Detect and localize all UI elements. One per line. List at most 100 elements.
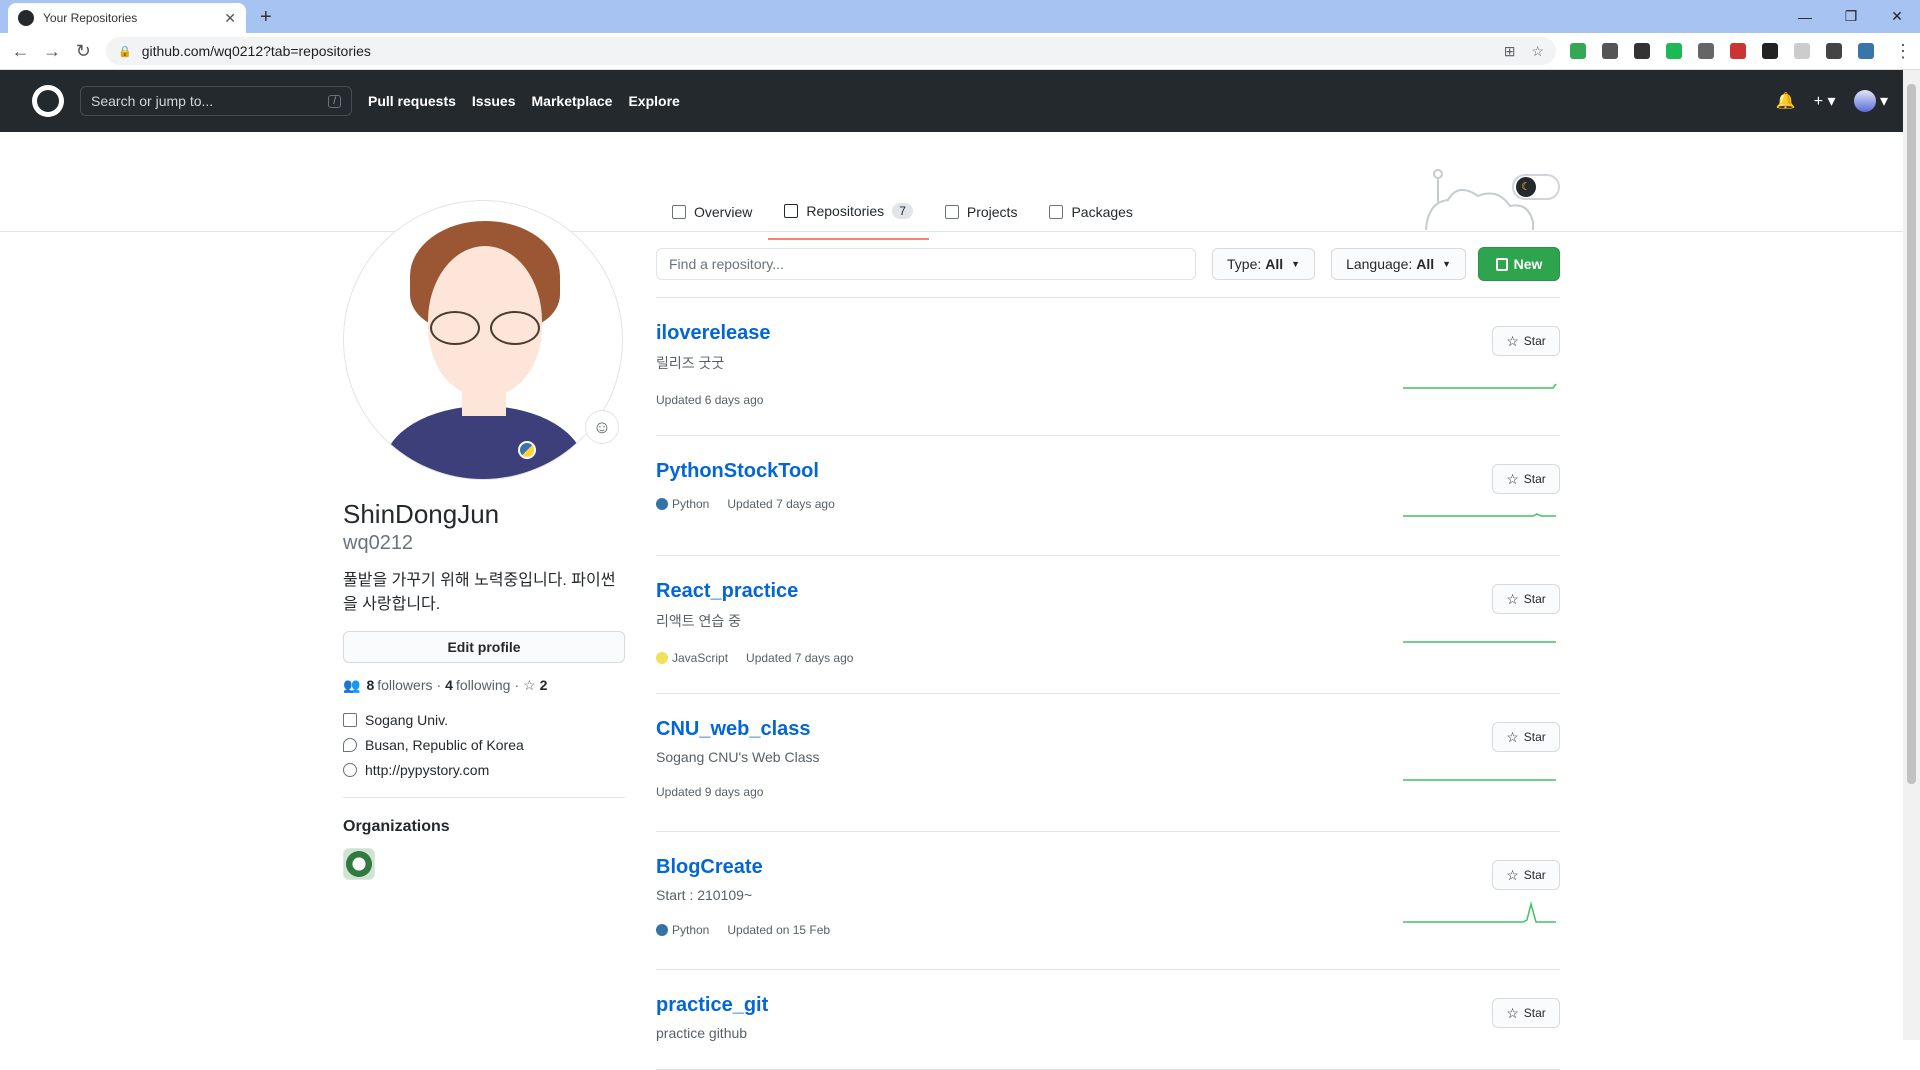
- repo-name-link[interactable]: PythonStockTool: [656, 460, 819, 483]
- minimize-icon[interactable]: —: [1782, 0, 1828, 33]
- extension-icon[interactable]: [1761, 43, 1778, 59]
- address-bar: ← → ↻ 🔒 github.com/wq0212?tab=repositori…: [0, 33, 1920, 70]
- organizations-heading: Organizations: [343, 817, 450, 835]
- page-scrollbar[interactable]: [1903, 70, 1920, 1040]
- extension-icon[interactable]: [1601, 43, 1618, 59]
- website-link[interactable]: http://pypystory.com: [365, 758, 489, 783]
- star-button[interactable]: ☆ Star: [1492, 722, 1560, 752]
- tab-label: Packages: [1071, 204, 1133, 220]
- close-tab-icon[interactable]: ✕: [224, 10, 236, 27]
- repo-updated: Updated 6 days ago: [656, 393, 764, 407]
- nav-issues[interactable]: Issues: [472, 93, 516, 109]
- following-count[interactable]: 4: [445, 677, 453, 693]
- avatar-glasses: [428, 311, 542, 345]
- repo-item: iloverelease 릴리즈 굿굿 Updated 6 days ago ☆…: [656, 298, 1560, 436]
- puzzle-icon[interactable]: [1825, 43, 1842, 59]
- tab-label: Overview: [694, 204, 753, 220]
- repo-name-link[interactable]: BlogCreate: [656, 856, 763, 879]
- repo-name-link[interactable]: CNU_web_class: [656, 718, 811, 741]
- language-name: Python: [672, 923, 710, 937]
- extension-icon[interactable]: [1729, 43, 1746, 59]
- link-icon: [343, 763, 357, 777]
- avatar-dropdown[interactable]: ▾: [1853, 90, 1888, 112]
- followers-count[interactable]: 8: [366, 677, 374, 693]
- tab-repositories[interactable]: Repositories 7: [768, 192, 929, 240]
- reload-icon[interactable]: ↻: [71, 37, 96, 65]
- repo-name-link[interactable]: practice_git: [656, 994, 768, 1017]
- scrollbar-thumb[interactable]: [1907, 84, 1916, 784]
- tab-title: Your Repositories: [43, 11, 138, 25]
- star-label: Star: [1523, 868, 1546, 882]
- language-color-dot: [656, 652, 668, 664]
- nav-marketplace[interactable]: Marketplace: [532, 93, 613, 109]
- language-label: Language:: [1346, 256, 1413, 272]
- lock-icon[interactable]: 🔒: [118, 45, 132, 58]
- new-repository-button[interactable]: New: [1478, 247, 1560, 281]
- star-button[interactable]: ☆ Star: [1492, 860, 1560, 890]
- followers-link[interactable]: followers: [377, 677, 432, 693]
- language-filter-dropdown[interactable]: Language: All ▼: [1331, 248, 1467, 280]
- new-tab-icon[interactable]: +: [260, 6, 272, 29]
- menu-icon[interactable]: ⋮: [1894, 41, 1912, 62]
- nav-pull-requests[interactable]: Pull requests: [368, 93, 456, 109]
- organization-avatar[interactable]: [343, 847, 375, 880]
- set-status-smiley-icon[interactable]: ☺: [585, 410, 619, 444]
- star-icon[interactable]: ☆: [523, 677, 536, 694]
- profile-details: Sogang Univ. Busan, Republic of Korea ht…: [343, 708, 625, 783]
- browser-tab[interactable]: Your Repositories ✕: [8, 3, 246, 33]
- find-repository-input[interactable]: Find a repository...: [656, 248, 1196, 280]
- search-input[interactable]: Search or jump to... /: [80, 86, 352, 116]
- plus-dropdown-icon[interactable]: + ▾: [1814, 91, 1836, 111]
- stars-count[interactable]: 2: [540, 677, 548, 693]
- github-logo-icon[interactable]: [32, 85, 64, 117]
- bookmark-star-icon[interactable]: ☆: [1531, 43, 1544, 60]
- tab-projects[interactable]: Projects: [929, 192, 1034, 240]
- url-field[interactable]: 🔒 github.com/wq0212?tab=repositories ⊞ ☆: [105, 37, 1556, 65]
- url-text: github.com/wq0212?tab=repositories: [141, 43, 371, 59]
- following-link[interactable]: following: [456, 677, 510, 693]
- translate-icon[interactable]: ⊞: [1504, 43, 1516, 60]
- python-extension-icon[interactable]: [1857, 43, 1874, 59]
- avatar[interactable]: [343, 200, 623, 480]
- bell-icon[interactable]: 🔔: [1776, 91, 1796, 111]
- tab-packages[interactable]: Packages: [1033, 192, 1148, 240]
- language-color-dot: [656, 924, 668, 936]
- star-button[interactable]: ☆ Star: [1492, 998, 1560, 1028]
- star-button[interactable]: ☆ Star: [1492, 326, 1560, 356]
- extension-icon[interactable]: [1697, 43, 1714, 59]
- nav-explore[interactable]: Explore: [628, 93, 679, 109]
- extension-icon[interactable]: [1633, 43, 1650, 59]
- forward-icon[interactable]: →: [39, 37, 64, 65]
- star-button[interactable]: ☆ Star: [1492, 584, 1560, 614]
- repo-meta: Updated 9 days ago: [656, 785, 1560, 799]
- github-favicon-icon: [18, 10, 34, 26]
- close-window-icon[interactable]: ✕: [1874, 0, 1920, 33]
- restore-icon[interactable]: ❐: [1828, 0, 1874, 33]
- top-nav: Pull requests Issues Marketplace Explore: [368, 93, 696, 109]
- caret-down-icon: ▼: [1291, 259, 1301, 269]
- language-color-dot: [656, 498, 668, 510]
- repo-name-link[interactable]: iloverelease: [656, 322, 771, 345]
- extension-icon[interactable]: [1665, 43, 1682, 59]
- edit-profile-button[interactable]: Edit profile: [343, 630, 625, 663]
- star-icon: ☆: [1506, 332, 1519, 349]
- back-icon[interactable]: ←: [8, 37, 33, 65]
- star-button[interactable]: ☆ Star: [1492, 464, 1560, 494]
- book-icon: [672, 205, 686, 219]
- star-label: Star: [1523, 472, 1546, 486]
- extension-icon[interactable]: [1569, 43, 1586, 59]
- repo-updated: Updated on 15 Feb: [727, 923, 831, 937]
- activity-sparkline: [1403, 641, 1556, 643]
- search-placeholder: Search or jump to...: [91, 93, 214, 109]
- theme-toggle[interactable]: ☾: [1512, 174, 1560, 200]
- profile-name: ShinDongJun: [343, 499, 500, 529]
- repo-item: BlogCreate Start : 210109~ Python Update…: [656, 832, 1560, 970]
- repo-item: practice_git practice github ☆ Star: [656, 970, 1560, 1070]
- repo-name-link[interactable]: React_practice: [656, 580, 798, 603]
- repo-icon: [1495, 257, 1508, 271]
- tab-overview[interactable]: Overview: [656, 192, 768, 240]
- extensions-bar: [1569, 43, 1890, 59]
- activity-sparkline: [1403, 901, 1556, 923]
- extension-icon[interactable]: [1793, 43, 1810, 59]
- type-filter-dropdown[interactable]: Type: All ▼: [1212, 248, 1316, 280]
